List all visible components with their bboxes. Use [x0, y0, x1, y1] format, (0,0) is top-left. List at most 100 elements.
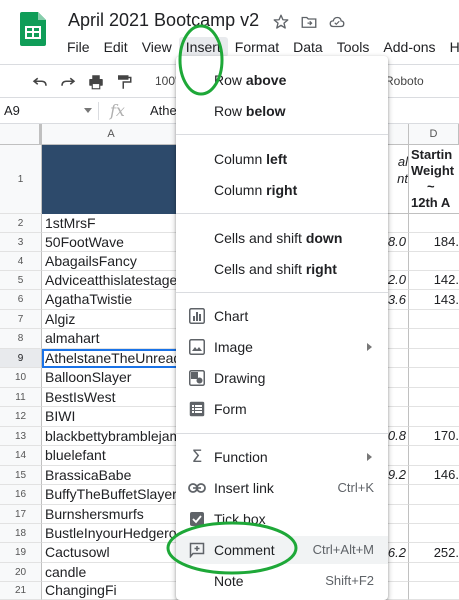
- select-all-corner[interactable]: [0, 124, 42, 145]
- cell-a[interactable]: BalloonSlayer: [42, 368, 181, 388]
- menu-edit[interactable]: Edit: [97, 37, 135, 57]
- header-cell-a1[interactable]: [42, 145, 181, 214]
- menu-item-column-left[interactable]: Column left: [176, 145, 388, 173]
- row-header[interactable]: 8: [0, 329, 42, 349]
- move-folder-icon[interactable]: [298, 11, 320, 33]
- cell-a[interactable]: BustleInyourHedgerow: [42, 524, 181, 543]
- cell-a[interactable]: BrassicaBabe: [42, 466, 181, 485]
- cell-d[interactable]: [409, 349, 459, 368]
- menu-item-comment[interactable]: Comment Ctrl+Alt+M: [176, 536, 388, 564]
- cell-a[interactable]: 50FootWave: [42, 233, 181, 252]
- cell-d[interactable]: [409, 505, 459, 524]
- menu-item-column-right[interactable]: Column right: [176, 176, 388, 204]
- cell-a[interactable]: blackbettybramblejam: [42, 427, 181, 446]
- cell-a[interactable]: BIWI: [42, 407, 181, 427]
- row-header[interactable]: 1: [0, 145, 42, 214]
- row-header[interactable]: 19: [0, 543, 42, 563]
- document-title[interactable]: April 2021 Bootcamp v2: [68, 10, 259, 31]
- cell-a[interactable]: candle: [42, 563, 181, 582]
- row-header[interactable]: 10: [0, 368, 42, 388]
- cell-d[interactable]: 143.: [409, 290, 459, 310]
- row-header[interactable]: 9: [0, 349, 42, 368]
- menu-file[interactable]: File: [60, 37, 97, 57]
- row-header[interactable]: 16: [0, 485, 42, 505]
- cell-d[interactable]: [409, 368, 459, 388]
- row-header[interactable]: 12: [0, 407, 42, 427]
- menu-item-insert-link[interactable]: Insert link Ctrl+K: [176, 474, 388, 502]
- cell-d[interactable]: [409, 388, 459, 407]
- cell-d[interactable]: 142.: [409, 271, 459, 290]
- row-header[interactable]: 14: [0, 446, 42, 466]
- menu-item-function[interactable]: Σ Function: [176, 443, 388, 471]
- row-header[interactable]: 5: [0, 271, 42, 290]
- cell-d[interactable]: [409, 485, 459, 505]
- column-header-a[interactable]: A: [42, 124, 181, 145]
- row-header[interactable]: 17: [0, 505, 42, 524]
- cell-d[interactable]: [409, 407, 459, 427]
- cell-a[interactable]: AgathaTwistie: [42, 290, 181, 310]
- cell-d[interactable]: [409, 214, 459, 233]
- cell-d[interactable]: [409, 310, 459, 329]
- row-header[interactable]: 7: [0, 310, 42, 329]
- cell-a[interactable]: 1stMrsF: [42, 214, 181, 233]
- menu-item-note[interactable]: Note Shift+F2: [176, 567, 388, 595]
- cell-a[interactable]: bluelefant: [42, 446, 181, 466]
- cell-a[interactable]: AbagailsFancy: [42, 252, 181, 271]
- menu-item-cells-shift-down[interactable]: Cells and shift down: [176, 224, 388, 252]
- row-header[interactable]: 15: [0, 466, 42, 485]
- cell-d[interactable]: [409, 329, 459, 349]
- cell-a[interactable]: BestIsWest: [42, 388, 181, 407]
- menu-view[interactable]: View: [135, 37, 179, 57]
- cell-a[interactable]: ChangingFi: [42, 582, 181, 600]
- menu-data[interactable]: Data: [286, 37, 330, 57]
- cell-a[interactable]: Adviceatthislatestage: [42, 271, 181, 290]
- column-header-d[interactable]: D: [409, 124, 459, 145]
- name-box[interactable]: A9: [4, 103, 20, 118]
- menu-item-chart[interactable]: Chart: [176, 302, 388, 330]
- row-header[interactable]: 18: [0, 524, 42, 543]
- row-header[interactable]: 20: [0, 563, 42, 582]
- cell-d[interactable]: [409, 563, 459, 582]
- formula-input[interactable]: Athe: [150, 103, 177, 118]
- menu-format[interactable]: Format: [228, 37, 286, 57]
- cell-a[interactable]: almahart: [42, 329, 181, 349]
- cloud-status-icon[interactable]: [326, 11, 348, 33]
- cell-d[interactable]: [409, 252, 459, 271]
- header-cell-d1[interactable]: Startin Weight ~ 12th A: [409, 145, 459, 214]
- menu-tools[interactable]: Tools: [330, 37, 377, 57]
- menu-item-image[interactable]: Image: [176, 333, 388, 361]
- row-header[interactable]: 2: [0, 214, 42, 233]
- row-header[interactable]: 13: [0, 427, 42, 446]
- cell-a[interactable]: Algiz: [42, 310, 181, 329]
- undo-icon[interactable]: [30, 72, 50, 92]
- print-icon[interactable]: [86, 72, 106, 92]
- cell-d[interactable]: 146.: [409, 466, 459, 485]
- cell-d[interactable]: [409, 582, 459, 600]
- row-header[interactable]: 6: [0, 290, 42, 310]
- paint-format-icon[interactable]: [114, 72, 134, 92]
- cell-a[interactable]: AthelstaneTheUnready: [42, 349, 181, 368]
- menu-item-cells-shift-right[interactable]: Cells and shift right: [176, 255, 388, 283]
- cell-a[interactable]: BuffyTheBuffetSlayer: [42, 485, 181, 505]
- cell-d[interactable]: 170.: [409, 427, 459, 446]
- cell-d[interactable]: 252.: [409, 543, 459, 563]
- cell-d[interactable]: 184.: [409, 233, 459, 252]
- row-header[interactable]: 4: [0, 252, 42, 271]
- cell-a[interactable]: Cactusowl: [42, 543, 181, 563]
- cell-a[interactable]: Burnshersmurfs: [42, 505, 181, 524]
- menu-add-ons[interactable]: Add-ons: [376, 37, 442, 57]
- menu-item-drawing[interactable]: Drawing: [176, 364, 388, 392]
- row-header[interactable]: 3: [0, 233, 42, 252]
- menu-item-form[interactable]: Form: [176, 395, 388, 423]
- menu-insert[interactable]: Insert: [178, 37, 228, 57]
- menu-help[interactable]: He: [443, 37, 459, 57]
- row-header[interactable]: 11: [0, 388, 42, 407]
- font-select[interactable]: Roboto: [385, 74, 424, 88]
- cell-d[interactable]: [409, 524, 459, 543]
- name-box-dropdown-icon[interactable]: [84, 108, 92, 113]
- row-header[interactable]: 21: [0, 582, 42, 600]
- menu-item-tick-box[interactable]: Tick box: [176, 505, 388, 533]
- menu-item-row-above[interactable]: Row above: [176, 66, 388, 94]
- zoom-select[interactable]: 100': [155, 74, 177, 88]
- sheets-logo-icon[interactable]: [20, 12, 46, 46]
